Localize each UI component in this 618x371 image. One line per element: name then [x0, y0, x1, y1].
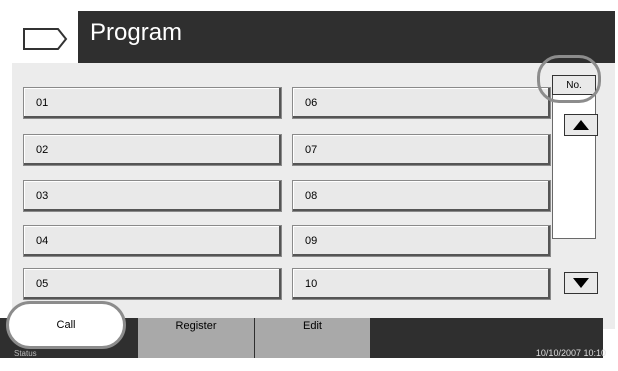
program-slot-08[interactable]: 08: [292, 180, 551, 212]
program-slot-07[interactable]: 07: [292, 134, 551, 166]
program-slot-05[interactable]: 05: [23, 268, 282, 300]
program-slot-06[interactable]: 06: [292, 87, 551, 119]
triangle-up-icon: [573, 120, 589, 130]
back-arrow-button[interactable]: [12, 11, 79, 63]
arrow-right-icon: [23, 28, 68, 50]
program-slot-03[interactable]: 03: [23, 180, 282, 212]
program-slot-02[interactable]: 02: [23, 134, 282, 166]
tab-edit[interactable]: Edit: [255, 318, 371, 358]
title-bar: Program: [12, 11, 615, 63]
program-slot-10[interactable]: 10: [292, 268, 551, 300]
call-button[interactable]: Call: [6, 301, 126, 349]
highlight-ring-no: [537, 55, 601, 103]
status-label[interactable]: Status: [14, 349, 37, 358]
page-title: Program: [90, 19, 183, 46]
datetime: 10/10/2007 10:10: [535, 348, 606, 358]
program-slot-09[interactable]: 09: [292, 225, 551, 257]
triangle-down-icon: [573, 278, 589, 288]
tab-register[interactable]: Register: [138, 318, 255, 358]
program-slot-04[interactable]: 04: [23, 225, 282, 257]
scroll-down-button[interactable]: [564, 272, 598, 294]
program-slot-01[interactable]: 01: [23, 87, 282, 119]
scroll-up-button[interactable]: [564, 114, 598, 136]
